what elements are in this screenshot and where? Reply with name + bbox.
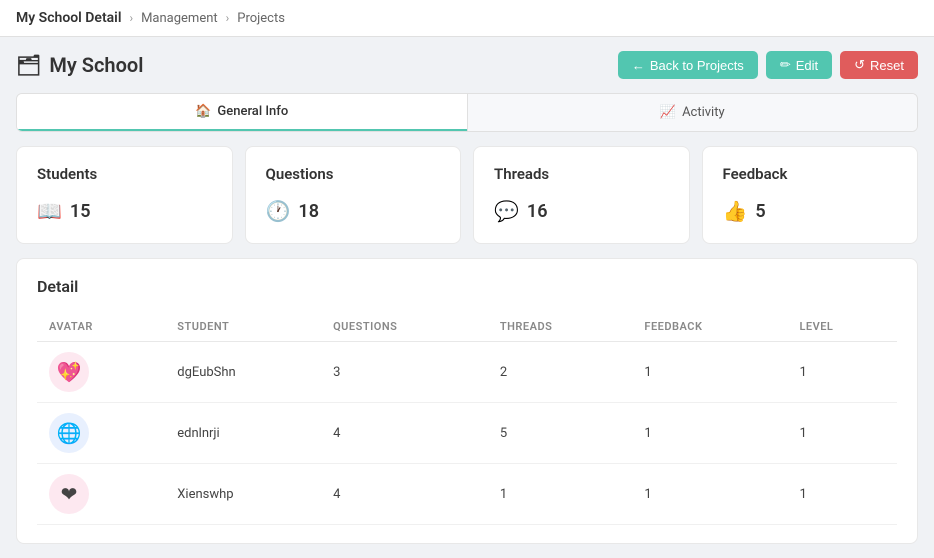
table-row: ❤ Xienswhp 4 1 1 1 xyxy=(37,464,897,525)
stat-feedback-title: Feedback xyxy=(723,165,898,183)
avatar-1: 🌐 xyxy=(49,413,89,453)
stats-row: Students 📖 15 Questions 🕐 18 Threads 💬 1… xyxy=(16,146,918,244)
tab-activity[interactable]: 📈 Activity xyxy=(468,94,918,131)
back-to-projects-button[interactable]: ← Back to Projects xyxy=(618,51,758,79)
cell-level-2: 1 xyxy=(787,464,897,525)
tab-general-info-label: General Info xyxy=(217,104,288,119)
tab-activity-label: Activity xyxy=(682,105,725,120)
students-icon: 📖 xyxy=(37,199,62,223)
cell-feedback-2: 1 xyxy=(632,464,787,525)
cell-questions-2: 4 xyxy=(321,464,488,525)
stat-threads-value: 💬 16 xyxy=(494,199,669,223)
reset-button-label: Reset xyxy=(870,58,904,73)
col-questions: QUESTIONS xyxy=(321,312,488,342)
folder-icon: 🗂 xyxy=(16,53,41,77)
page-header: 🗂 My School ← Back to Projects ✏ Edit ↺ … xyxy=(16,51,918,79)
table-row: 💖 dgEubShn 3 2 1 1 xyxy=(37,342,897,403)
header-actions: ← Back to Projects ✏ Edit ↺ Reset xyxy=(618,51,918,79)
cell-level-0: 1 xyxy=(787,342,897,403)
edit-button[interactable]: ✏ Edit xyxy=(766,51,832,79)
cell-avatar-1: 🌐 xyxy=(37,403,165,464)
tabs: 🏠 General Info 📈 Activity xyxy=(16,93,918,132)
stat-feedback-value: 👍 5 xyxy=(723,199,898,223)
reset-icon: ↺ xyxy=(854,57,865,73)
back-icon: ← xyxy=(632,58,645,73)
breadcrumb-sep-2: › xyxy=(226,11,230,25)
questions-icon: 🕐 xyxy=(266,199,291,223)
stat-questions-value: 🕐 18 xyxy=(266,199,441,223)
stat-card-students: Students 📖 15 xyxy=(16,146,233,244)
cell-feedback-0: 1 xyxy=(632,342,787,403)
page-title: My School xyxy=(49,53,143,77)
detail-title: Detail xyxy=(37,277,897,296)
stat-card-threads: Threads 💬 16 xyxy=(473,146,690,244)
stat-students-value: 📖 15 xyxy=(37,199,212,223)
top-bar: My School Detail › Management › Projects xyxy=(0,0,934,37)
cell-threads-0: 2 xyxy=(488,342,633,403)
cell-student-0: dgEubShn xyxy=(165,342,321,403)
activity-icon: 📈 xyxy=(660,105,676,120)
stat-threads-title: Threads xyxy=(494,165,669,183)
cell-threads-1: 5 xyxy=(488,403,633,464)
col-student: STUDENT xyxy=(165,312,321,342)
cell-questions-1: 4 xyxy=(321,403,488,464)
edit-button-label: Edit xyxy=(796,58,818,73)
cell-questions-0: 3 xyxy=(321,342,488,403)
cell-avatar-0: 💖 xyxy=(37,342,165,403)
col-threads: THREADS xyxy=(488,312,633,342)
col-feedback: FEEDBACK xyxy=(632,312,787,342)
cell-threads-2: 1 xyxy=(488,464,633,525)
reset-button[interactable]: ↺ Reset xyxy=(840,51,918,79)
cell-level-1: 1 xyxy=(787,403,897,464)
stat-card-feedback: Feedback 👍 5 xyxy=(702,146,919,244)
feedback-icon: 👍 xyxy=(723,199,748,223)
threads-icon: 💬 xyxy=(494,199,519,223)
table-header: AVATAR STUDENT QUESTIONS THREADS FEEDBAC… xyxy=(37,312,897,342)
topbar-title: My School Detail xyxy=(16,10,121,26)
tab-general-info[interactable]: 🏠 General Info xyxy=(17,94,467,131)
stat-card-questions: Questions 🕐 18 xyxy=(245,146,462,244)
table-row: 🌐 ednlnrji 4 5 1 1 xyxy=(37,403,897,464)
questions-count: 18 xyxy=(298,201,319,222)
back-button-label: Back to Projects xyxy=(650,58,744,73)
cell-feedback-1: 1 xyxy=(632,403,787,464)
avatar-0: 💖 xyxy=(49,352,89,392)
cell-avatar-2: ❤ xyxy=(37,464,165,525)
col-level: LEVEL xyxy=(787,312,897,342)
feedback-count: 5 xyxy=(755,201,765,222)
cell-student-1: ednlnrji xyxy=(165,403,321,464)
breadcrumb-projects[interactable]: Projects xyxy=(237,11,285,26)
cell-student-2: Xienswhp xyxy=(165,464,321,525)
stat-students-title: Students xyxy=(37,165,212,183)
table-body: 💖 dgEubShn 3 2 1 1 🌐 ednlnrji 4 5 1 1 ❤ … xyxy=(37,342,897,525)
stat-questions-title: Questions xyxy=(266,165,441,183)
breadcrumb-management[interactable]: Management xyxy=(141,11,218,26)
students-count: 15 xyxy=(70,201,91,222)
edit-icon: ✏ xyxy=(780,57,791,73)
table-header-row: AVATAR STUDENT QUESTIONS THREADS FEEDBAC… xyxy=(37,312,897,342)
detail-section: Detail AVATAR STUDENT QUESTIONS THREADS … xyxy=(16,258,918,544)
threads-count: 16 xyxy=(527,201,548,222)
detail-table: AVATAR STUDENT QUESTIONS THREADS FEEDBAC… xyxy=(37,312,897,525)
breadcrumb-sep-1: › xyxy=(129,11,133,25)
col-avatar: AVATAR xyxy=(37,312,165,342)
avatar-2: ❤ xyxy=(49,474,89,514)
general-info-icon: 🏠 xyxy=(195,104,211,119)
page-title-row: 🗂 My School xyxy=(16,53,143,77)
main-content: 🗂 My School ← Back to Projects ✏ Edit ↺ … xyxy=(0,37,934,558)
